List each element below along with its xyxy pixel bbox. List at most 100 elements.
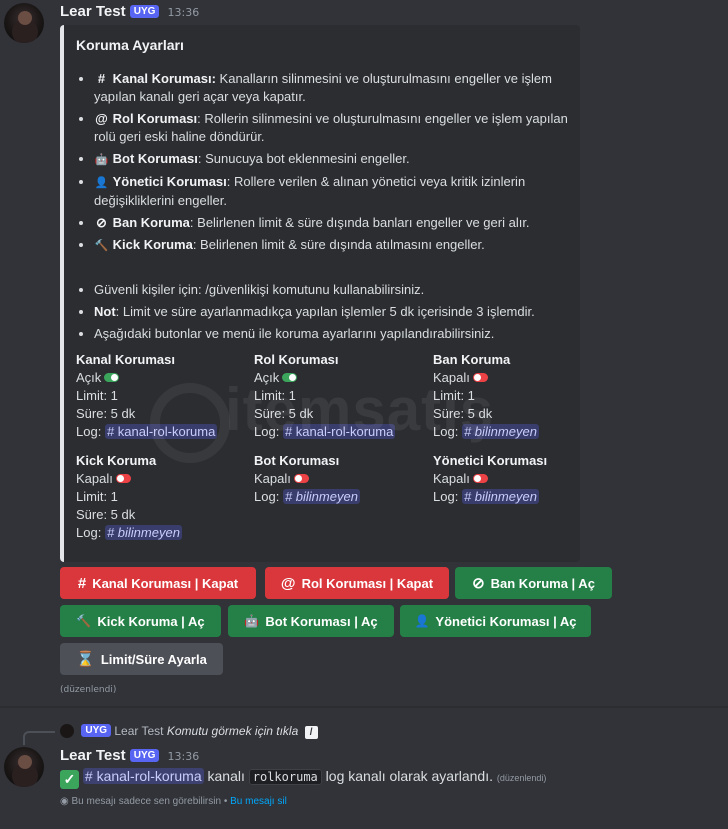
status-text: Kapalı: [254, 471, 291, 486]
button-label: Ban Koruma | Aç: [490, 575, 595, 591]
feature-list: # Kanal Koruması: Kanalların silinmesini…: [76, 70, 584, 347]
toggle-on-icon: [282, 373, 298, 382]
user-gear-icon: 👤: [94, 177, 109, 189]
embed-title: Koruma Ayarları: [76, 37, 184, 53]
timestamp: 13:36: [167, 750, 200, 763]
note-text: : Limit ve süre ayarlanmadıkça yapılan i…: [115, 304, 535, 319]
channel-name: # bilinmeyen: [463, 424, 537, 439]
message-text: kanalı: [203, 768, 249, 784]
limit-sure-button[interactable]: ⌛ Limit/Süre Ayarla: [60, 643, 223, 675]
kick-koruma-button[interactable]: 🔨 Kick Koruma | Aç: [60, 605, 221, 637]
slash-command-icon: /: [304, 726, 318, 739]
field-status: Kapalı: [433, 369, 603, 387]
channel-mention[interactable]: # bilinmeyen: [461, 489, 539, 504]
list-item: Aşağıdaki butonlar ve menü ile koruma ay…: [94, 325, 584, 343]
button-label: Bot Koruması | Aç: [265, 613, 378, 629]
feature-title: Bot Koruması: [112, 151, 198, 166]
bot-koruma-button[interactable]: 🤖 Bot Koruması | Aç: [228, 605, 394, 637]
channel-mention[interactable]: # bilinmeyen: [282, 489, 360, 504]
robot-icon: 🤖: [94, 154, 109, 166]
field-ban: Ban Koruma Kapalı Limit: 1 Süre: 5 dk Lo…: [433, 351, 603, 441]
field-kick: Kick Koruma Kapalı Limit: 1 Süre: 5 dk L…: [76, 452, 246, 542]
yonetici-koruma-button[interactable]: 👤 Yönetici Koruması | Aç: [400, 605, 591, 637]
ban-icon: ⊘: [472, 575, 485, 592]
field-log: Log: # kanal-rol-koruma: [254, 423, 424, 441]
reply-avatar: [60, 724, 74, 738]
app-badge: UYG: [129, 749, 160, 762]
reply-connector: [23, 731, 55, 745]
toggle-off-icon: [293, 474, 309, 483]
feature-title: Rol Koruması: [112, 111, 198, 126]
at-icon: @: [280, 574, 296, 592]
field-yonetici: Yönetici Koruması Kapalı Log: # bilinmey…: [433, 452, 603, 506]
log-label: Log:: [254, 489, 280, 504]
field-name: Yönetici Koruması: [433, 453, 548, 468]
ban-koruma-button[interactable]: ⊘ Ban Koruma | Aç: [455, 567, 612, 599]
status-text: Kapalı: [76, 471, 113, 486]
field-log: Log: # bilinmeyen: [433, 423, 603, 441]
field-log: Log: # bilinmeyen: [433, 488, 603, 506]
channel-mention[interactable]: # kanal-rol-koruma: [282, 424, 396, 439]
app-badge: UYG: [81, 724, 112, 737]
rol-koruma-button[interactable]: @ Rol Koruması | Kapat: [265, 567, 449, 599]
field-limit: Limit: 1: [433, 388, 475, 403]
avatar[interactable]: [4, 3, 44, 43]
toggle-on-icon: [104, 373, 120, 382]
watermark-logo-icon: [150, 383, 230, 463]
button-label: Limit/Süre Ayarla: [100, 651, 207, 667]
log-label: Log:: [76, 525, 102, 540]
hash-icon: #: [77, 574, 87, 592]
feature-title: Kanal Koruması:: [112, 71, 216, 86]
message-header: Lear Test UYG 13:36: [60, 747, 199, 764]
list-item: Not: Limit ve süre ayarlanmadıkça yapıla…: [94, 303, 584, 321]
field-sure: Süre: 5 dk: [254, 406, 314, 421]
reply-reference[interactable]: UYG Lear Test Komutu görmek için tıkla /: [60, 724, 318, 739]
channel-mention[interactable]: # bilinmeyen: [104, 525, 182, 540]
status-text: Açık: [76, 370, 102, 385]
channel-mention[interactable]: # kanal-rol-koruma: [82, 768, 204, 784]
username[interactable]: Lear Test: [60, 747, 126, 764]
field-name: Kick Koruma: [76, 453, 157, 468]
edited-label: (düzenlendi): [60, 685, 117, 695]
list-item: # Kanal Koruması: Kanalların silinmesini…: [94, 70, 584, 106]
button-label: Rol Koruması | Kapat: [301, 575, 434, 591]
hourglass-icon: ⌛: [76, 651, 95, 668]
ephemeral-notice: ◉ Bu mesajı sadece sen görebilirsin • Bu…: [60, 796, 287, 807]
avatar[interactable]: [4, 747, 44, 787]
field-status: Açık: [254, 369, 424, 387]
toggle-off-icon: [115, 474, 131, 483]
field-sure: Süre: 5 dk: [433, 406, 493, 421]
check-mark-icon: ✓: [60, 770, 79, 789]
channel-mention[interactable]: # bilinmeyen: [461, 424, 539, 439]
message-divider: [0, 706, 728, 708]
field-limit: Limit: 1: [76, 489, 118, 504]
status-text: Kapalı: [433, 471, 470, 486]
timestamp: 13:36: [167, 6, 200, 19]
feature-text: : Sunucuya bot eklenmesini engeller.: [197, 151, 410, 166]
field-rol: Rol Koruması Açık Limit: 1 Süre: 5 dk Lo…: [254, 351, 424, 441]
button-label: Kick Koruma | Aç: [97, 613, 205, 629]
channel-name: # bilinmeyen: [106, 525, 180, 540]
message-header: Lear Test UYG 13:36: [60, 3, 199, 20]
inline-code: rolkoruma: [248, 769, 322, 785]
channel-name: # bilinmeyen: [463, 489, 537, 504]
ban-icon: ⊘: [96, 215, 107, 230]
list-item: @ Rol Koruması: Rollerin silinmesini ve …: [94, 110, 584, 146]
list-item: ⊘ Ban Koruma: Belirlenen limit & süre dı…: [94, 214, 584, 232]
field-bot: Bot Koruması Kapalı Log: # bilinmeyen: [254, 452, 424, 506]
app-badge: UYG: [129, 5, 160, 18]
edited-label: (düzenlendi): [496, 773, 547, 783]
username[interactable]: Lear Test: [60, 3, 126, 20]
field-log: Log: # bilinmeyen: [76, 524, 246, 542]
kanal-koruma-button[interactable]: # Kanal Koruması | Kapat: [60, 567, 256, 599]
field-name: Ban Koruma: [433, 352, 511, 367]
field-status: Açık: [76, 369, 246, 387]
feature-title: Ban Koruma: [112, 215, 190, 230]
field-name: Kanal Koruması: [76, 352, 175, 367]
field-name: Bot Koruması: [254, 453, 340, 468]
list-item: 🤖 Bot Koruması: Sunucuya bot eklenmesini…: [94, 150, 584, 169]
delete-message-link[interactable]: Bu mesajı sil: [230, 796, 287, 807]
button-label: Yönetici Koruması | Aç: [435, 613, 577, 629]
field-status: Kapalı: [76, 470, 246, 488]
hash-icon: #: [97, 71, 106, 86]
